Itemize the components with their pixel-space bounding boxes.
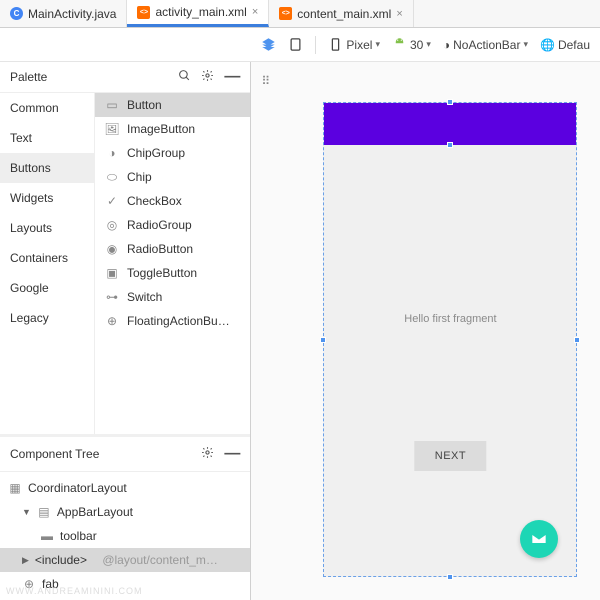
category-containers[interactable]: Containers [0, 243, 94, 273]
preview-fab[interactable] [520, 520, 558, 558]
gear-icon[interactable] [201, 69, 214, 85]
xml-file-icon: <> [279, 7, 292, 20]
category-common[interactable]: Common [0, 93, 94, 123]
switch-icon: ⊶ [105, 291, 119, 303]
imagebutton-icon: 🖼 [105, 123, 119, 135]
button-icon: ▭ [105, 99, 119, 111]
category-widgets[interactable]: Widgets [0, 183, 94, 213]
tree-node-coordinator[interactable]: ▦CoordinatorLayout [0, 476, 250, 500]
checkbox-icon: ✓ [105, 195, 119, 207]
watermark: WWW.ANDREAMININI.COM [6, 586, 143, 596]
tab-label: MainActivity.java [28, 7, 116, 21]
chipgroup-icon: ◑ [105, 147, 119, 159]
preview-next-button[interactable]: NEXT [415, 441, 486, 471]
chevron-down-icon[interactable]: ▼ [22, 507, 31, 517]
radiogroup-icon: ◎ [105, 219, 119, 231]
chip-icon: ⬭ [105, 171, 119, 183]
search-icon[interactable] [178, 69, 191, 85]
category-legacy[interactable]: Legacy [0, 303, 94, 333]
category-google[interactable]: Google [0, 273, 94, 303]
drag-handle-icon[interactable]: ⠿ [261, 74, 270, 88]
radiobutton-icon: ◉ [105, 243, 119, 255]
palette-item-togglebutton[interactable]: ▣ToggleButton [95, 261, 250, 285]
palette-item-checkbox[interactable]: ✓CheckBox [95, 189, 250, 213]
tree-node-toolbar[interactable]: ▬toolbar [0, 524, 250, 548]
palette-item-switch[interactable]: ⊶Switch [95, 285, 250, 309]
layers-icon[interactable] [261, 37, 276, 52]
tab-label: content_main.xml [297, 7, 391, 21]
xml-file-icon: <> [137, 6, 150, 19]
tab-content-main-xml[interactable]: <> content_main.xml × [269, 0, 413, 27]
component-tree-title: Component Tree [10, 447, 99, 461]
palette-item-radiobutton[interactable]: ◉RadioButton [95, 237, 250, 261]
palette-title: Palette [10, 70, 47, 84]
preview-text[interactable]: Hello first fragment [324, 313, 576, 325]
category-buttons[interactable]: Buttons [0, 153, 94, 183]
appbar-icon: ▤ [37, 506, 51, 518]
preview-appbar[interactable] [324, 103, 576, 145]
layout-icon: ▦ [8, 482, 22, 494]
design-toolbar: Pixel▾ 30▾ ◑NoActionBar▾ 🌐Defau [251, 28, 600, 62]
tree-node-include[interactable]: ▶<include> @layout/content_m… [0, 548, 250, 572]
locale-selector[interactable]: 🌐Defau [540, 38, 590, 52]
palette-categories: Common Text Buttons Widgets Layouts Cont… [0, 93, 95, 434]
device-selector[interactable]: Pixel▾ [328, 37, 380, 52]
api-selector[interactable]: 30▾ [392, 37, 431, 52]
togglebutton-icon: ▣ [105, 267, 119, 279]
tab-label: activity_main.xml [155, 5, 246, 19]
design-canvas: ⠿ Hello first fragment NEXT [251, 62, 600, 600]
device-preview[interactable]: Hello first fragment NEXT [323, 102, 577, 577]
design-surface: Pixel▾ 30▾ ◑NoActionBar▾ 🌐Defau ⠿ Hello … [251, 62, 600, 600]
editor-tabs: C MainActivity.java <> activity_main.xml… [0, 0, 600, 28]
theme-selector[interactable]: ◑NoActionBar▾ [443, 38, 528, 52]
globe-icon: 🌐 [540, 38, 555, 52]
palette-header: Palette — [0, 62, 250, 93]
theme-icon: ◑ [443, 38, 450, 52]
left-panel: Palette — Common Text Buttons Widgets La… [0, 62, 251, 600]
tab-activity-main-xml[interactable]: <> activity_main.xml × [127, 0, 269, 27]
orientation-icon[interactable] [288, 37, 303, 52]
palette-item-chipgroup[interactable]: ◑ChipGroup [95, 141, 250, 165]
palette-item-radiogroup[interactable]: ◎RadioGroup [95, 213, 250, 237]
palette-item-button[interactable]: ▭Button [95, 93, 250, 117]
mail-icon [531, 531, 547, 547]
palette-items: ▭Button 🖼ImageButton ◑ChipGroup ⬭Chip ✓C… [95, 93, 250, 434]
minimize-icon[interactable]: — [224, 445, 240, 463]
category-layouts[interactable]: Layouts [0, 213, 94, 243]
tab-main-activity[interactable]: C MainActivity.java [0, 0, 127, 27]
toolbar-icon: ▬ [40, 530, 54, 542]
minimize-icon[interactable]: — [224, 68, 240, 86]
gear-icon[interactable] [201, 446, 214, 462]
palette-item-imagebutton[interactable]: 🖼ImageButton [95, 117, 250, 141]
component-tree: ▦CoordinatorLayout ▼▤AppBarLayout ▬toolb… [0, 472, 250, 600]
palette-item-chip[interactable]: ⬭Chip [95, 165, 250, 189]
close-icon[interactable]: × [396, 8, 402, 20]
java-class-icon: C [10, 7, 23, 20]
component-tree-header: Component Tree — [0, 434, 250, 472]
palette-item-fab[interactable]: ⊕FloatingActionBu… [95, 309, 250, 333]
category-text[interactable]: Text [0, 123, 94, 153]
fab-icon: ⊕ [105, 315, 119, 327]
chevron-right-icon[interactable]: ▶ [22, 555, 29, 566]
close-icon[interactable]: × [252, 6, 258, 18]
tree-node-appbarlayout[interactable]: ▼▤AppBarLayout [0, 500, 250, 524]
